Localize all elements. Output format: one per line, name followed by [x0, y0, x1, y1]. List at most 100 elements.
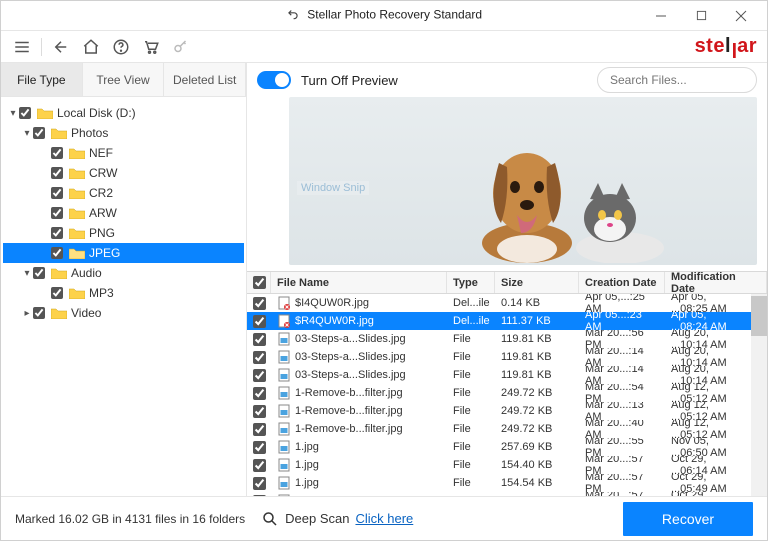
tree-node-checkbox[interactable]	[33, 127, 45, 139]
file-row[interactable]: 1-Remove-b...filter.jpgFile249.72 KBMar …	[247, 402, 751, 420]
file-modification-date: Apr 05, ...08:25 AM	[665, 294, 751, 312]
sidebar-tab-file-type[interactable]: File Type	[1, 63, 83, 96]
cart-icon[interactable]	[140, 36, 162, 58]
file-name: 1-Remove-b...filter.jpg	[295, 405, 403, 417]
tree-node-checkbox[interactable]	[51, 207, 63, 219]
file-row-checkbox[interactable]	[253, 423, 266, 436]
file-row[interactable]: 03-Steps-a...Slides.jpgFile119.81 KBMar …	[247, 366, 751, 384]
file-name: $I4QUW0R.jpg	[295, 297, 369, 309]
file-row-checkbox[interactable]	[253, 477, 266, 490]
file-row[interactable]: $R4QUW0R.jpgDel...ile111.37 KBApr 05...:…	[247, 312, 751, 330]
content-area: Turn Off Preview Window Snip	[247, 63, 767, 496]
back-icon[interactable]	[50, 36, 72, 58]
menu-icon[interactable]	[11, 36, 33, 58]
file-row-checkbox[interactable]	[253, 459, 266, 472]
file-row[interactable]: $I4QUW0R.jpgDel...ile0.14 KBApr 05,...:2…	[247, 294, 751, 312]
tree-node-video[interactable]: ▸Video	[3, 303, 244, 323]
search-input[interactable]	[608, 72, 767, 88]
file-modification-date: Aug 20, ...10:14 AM	[665, 348, 751, 366]
column-filename[interactable]: File Name	[271, 272, 447, 293]
file-type: File	[447, 474, 495, 492]
tree-node-checkbox[interactable]	[51, 247, 63, 259]
tree-expander-icon[interactable]: ▸	[21, 308, 33, 319]
tree-node-crw[interactable]: CRW	[3, 163, 244, 183]
footer: Marked 16.02 GB in 4131 files in 16 fold…	[1, 496, 767, 540]
file-icon	[277, 350, 291, 364]
column-modification-date[interactable]: Modification Date	[665, 272, 767, 293]
file-row-checkbox[interactable]	[253, 369, 266, 382]
file-row[interactable]: 1.jpgFile154.54 KBMar 20...:57 PMOct 29,…	[247, 474, 751, 492]
file-row[interactable]: 1-Remove-b...filter.jpgFile249.72 KBMar …	[247, 420, 751, 438]
key-icon[interactable]	[170, 36, 192, 58]
file-name: 1.jpg	[295, 477, 319, 489]
file-creation-date: Mar 20...:14 AM	[579, 366, 665, 384]
search-box[interactable]	[597, 67, 757, 93]
tree-node-arw[interactable]: ARW	[3, 203, 244, 223]
tree-node-mp3[interactable]: MP3	[3, 283, 244, 303]
file-row-checkbox[interactable]	[253, 441, 266, 454]
folder-icon	[69, 187, 85, 199]
column-type[interactable]: Type	[447, 272, 495, 293]
file-type: File	[447, 438, 495, 456]
window-minimize-button[interactable]	[641, 1, 681, 31]
file-list: File Name Type Size Creation Date Modifi…	[247, 271, 767, 496]
tree-node-checkbox[interactable]	[33, 307, 45, 319]
file-row[interactable]: 03-Steps-a...Slides.jpgFile119.81 KBMar …	[247, 348, 751, 366]
tree-node-nef[interactable]: NEF	[3, 143, 244, 163]
select-all-checkbox[interactable]	[253, 276, 266, 289]
file-row[interactable]: 1.jpgFile257.69 KBMar 20...:55 PMNov 05,…	[247, 438, 751, 456]
tree-node-checkbox[interactable]	[51, 287, 63, 299]
tree-node-photos[interactable]: ▾Photos	[3, 123, 244, 143]
help-icon[interactable]	[110, 36, 132, 58]
tree-node-checkbox[interactable]	[33, 267, 45, 279]
file-name: 1-Remove-b...filter.jpg	[295, 423, 403, 435]
file-creation-date: Apr 05,...:25 AM	[579, 294, 665, 312]
file-name: 1.jpg	[295, 459, 319, 471]
file-row-checkbox[interactable]	[253, 405, 266, 418]
file-row-checkbox[interactable]	[253, 351, 266, 364]
tree-node-local-disk-d-[interactable]: ▾Local Disk (D:)	[3, 103, 244, 123]
file-row-checkbox[interactable]	[253, 297, 266, 310]
file-size: 257.69 KB	[495, 438, 579, 456]
file-type: File	[447, 366, 495, 384]
file-row[interactable]: 1-Remove-b...filter.jpgFile249.72 KBMar …	[247, 384, 751, 402]
home-icon[interactable]	[80, 36, 102, 58]
status-text: Marked 16.02 GB in 4131 files in 16 fold…	[15, 512, 245, 526]
file-row-checkbox[interactable]	[253, 387, 266, 400]
file-creation-date: Mar 20...:55 PM	[579, 438, 665, 456]
file-name: 03-Steps-a...Slides.jpg	[295, 351, 406, 363]
tree-node-jpeg[interactable]: JPEG	[3, 243, 244, 263]
sidebar-tab-tree-view[interactable]: Tree View	[83, 63, 165, 96]
deep-scan-section: Deep Scan Click here	[261, 510, 413, 528]
column-creation-date[interactable]: Creation Date	[579, 272, 665, 293]
window-close-button[interactable]	[721, 1, 761, 31]
tree-node-checkbox[interactable]	[19, 107, 31, 119]
sidebar-tab-deleted-list[interactable]: Deleted List	[164, 63, 246, 96]
recover-button[interactable]: Recover	[623, 502, 753, 536]
tree-node-checkbox[interactable]	[51, 227, 63, 239]
tree-node-checkbox[interactable]	[51, 147, 63, 159]
folder-icon	[51, 307, 67, 319]
file-row-checkbox[interactable]	[253, 333, 266, 346]
tree-expander-icon[interactable]: ▾	[21, 128, 33, 139]
tree-expander-icon[interactable]: ▾	[7, 108, 19, 119]
file-row[interactable]: 1.jpgFile154.40 KBMar 20...:57 PMOct 29,…	[247, 456, 751, 474]
file-row[interactable]: 03-Steps-a...Slides.jpgFile119.81 KBMar …	[247, 330, 751, 348]
tree-node-checkbox[interactable]	[51, 167, 63, 179]
tree-expander-icon[interactable]: ▾	[21, 268, 33, 279]
tree-node-checkbox[interactable]	[51, 187, 63, 199]
preview-toggle[interactable]	[257, 71, 291, 89]
tree-node-audio[interactable]: ▾Audio	[3, 263, 244, 283]
content-header: Turn Off Preview	[247, 63, 767, 97]
column-checkbox[interactable]	[247, 272, 271, 293]
column-size[interactable]: Size	[495, 272, 579, 293]
file-list-body[interactable]: $I4QUW0R.jpgDel...ile0.14 KBApr 05,...:2…	[247, 294, 751, 496]
file-row-checkbox[interactable]	[253, 315, 266, 328]
deep-scan-link[interactable]: Click here	[355, 511, 413, 526]
file-list-scrollbar[interactable]	[751, 294, 767, 496]
tree-node-png[interactable]: PNG	[3, 223, 244, 243]
file-name: 1-Remove-b...filter.jpg	[295, 387, 403, 399]
tree-node-cr2[interactable]: CR2	[3, 183, 244, 203]
folder-tree[interactable]: ▾Local Disk (D:)▾PhotosNEFCRWCR2ARWPNGJP…	[1, 97, 246, 496]
window-maximize-button[interactable]	[681, 1, 721, 31]
